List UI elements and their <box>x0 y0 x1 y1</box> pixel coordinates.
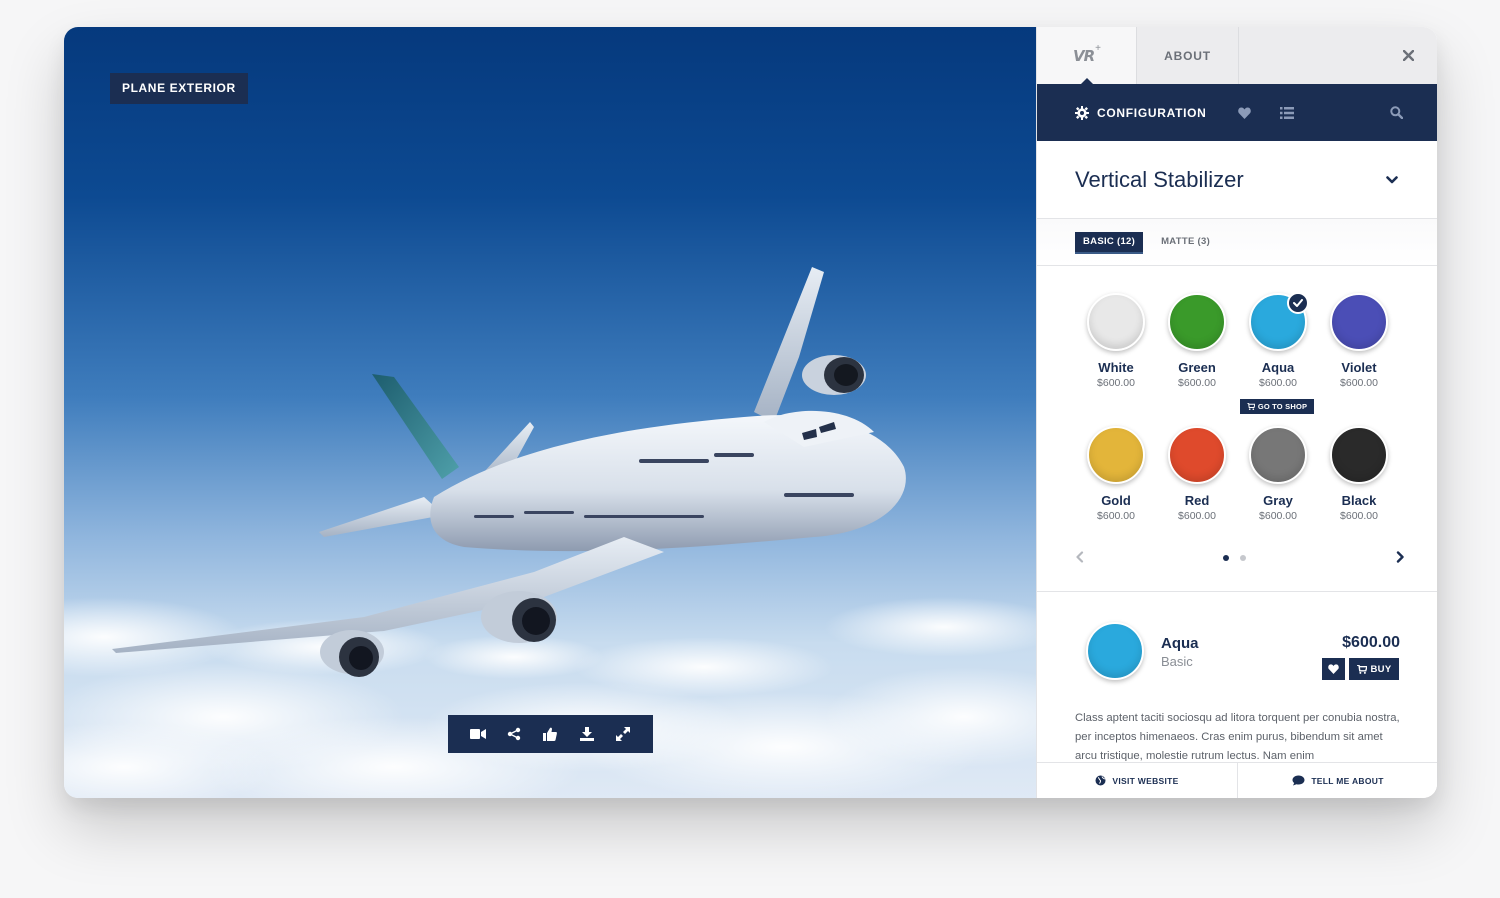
globe-icon <box>1095 775 1106 786</box>
swatch-name: Gray <box>1263 493 1293 508</box>
cart-icon <box>1246 403 1255 410</box>
tab-configuration[interactable]: CONFIGURATION <box>1075 105 1207 120</box>
go-to-shop-button[interactable]: GO TO SHOP <box>1240 399 1314 414</box>
cart-icon <box>1356 664 1367 674</box>
swatch-pager <box>1075 550 1405 566</box>
heart-icon <box>1328 664 1339 674</box>
favorite-button[interactable] <box>1322 658 1345 680</box>
swatch-name: Aqua <box>1261 360 1295 375</box>
tab-about[interactable]: ABOUT <box>1137 27 1239 84</box>
swatch-price: $600.00 <box>1259 377 1297 389</box>
swatch-gray[interactable]: Gray $600.00 <box>1237 426 1319 522</box>
swatch-name: Gold <box>1101 493 1131 508</box>
swatch-color <box>1087 426 1145 484</box>
close-button[interactable] <box>1378 27 1437 84</box>
viewer-toolbar <box>448 715 653 753</box>
panel-nav-bar: CONFIGURATION <box>1037 84 1437 141</box>
tab-logo[interactable]: VR + <box>1037 27 1137 85</box>
3d-viewer[interactable]: PLANE EXTERIOR <box>64 27 1036 798</box>
video-camera-icon[interactable] <box>465 721 491 747</box>
chat-bubble-icon <box>1292 775 1305 786</box>
swatch-gold[interactable]: Gold $600.00 <box>1075 426 1157 522</box>
finish-tabs: BASIC (12) MATTE (3) <box>1037 219 1437 266</box>
tab-basic[interactable]: BASIC (12) <box>1075 232 1144 252</box>
swatch-price: $600.00 <box>1340 510 1378 522</box>
thumbs-up-icon[interactable] <box>537 721 563 747</box>
configuration-label: CONFIGURATION <box>1097 105 1207 120</box>
close-icon <box>1402 50 1414 61</box>
top-tabs: VR + ABOUT <box>1037 27 1437 85</box>
go-to-shop-label: GO TO SHOP <box>1257 402 1308 411</box>
download-icon[interactable] <box>574 721 600 747</box>
swatch-name: White <box>1098 360 1134 375</box>
visit-website-label: VISIT WEBSITE <box>1112 775 1179 786</box>
selected-finish: Basic <box>1161 654 1193 669</box>
buy-button[interactable]: BUY <box>1349 658 1399 680</box>
configurator-window: PLANE EXTERIOR VR + ABOUT CONFIGURATION … <box>64 27 1437 798</box>
tell-me-about-button[interactable]: TELL ME ABOUT <box>1237 763 1437 798</box>
swatch-name: Black <box>1341 493 1377 508</box>
swatch-green[interactable]: Green $600.00 <box>1156 293 1238 389</box>
part-selector[interactable]: Vertical Stabilizer <box>1037 141 1437 219</box>
tell-me-about-label: TELL ME ABOUT <box>1311 775 1384 786</box>
tab-spacer <box>1239 27 1378 84</box>
swatch-price: $600.00 <box>1178 377 1216 389</box>
swatch-color <box>1249 426 1307 484</box>
swatch-name: Violet <box>1341 360 1377 375</box>
swatch-price: $600.00 <box>1097 510 1135 522</box>
fullscreen-icon[interactable] <box>610 721 636 747</box>
tab-matte[interactable]: MATTE (3) <box>1153 232 1218 252</box>
configuration-panel: VR + ABOUT CONFIGURATION Vertical Stabil… <box>1036 27 1437 798</box>
swatch-color <box>1168 426 1226 484</box>
swatch-color <box>1087 293 1145 351</box>
part-title: Vertical Stabilizer <box>1075 166 1244 192</box>
selected-color-name: Aqua <box>1161 635 1199 652</box>
gear-icon <box>1075 105 1089 120</box>
swatch-price: $600.00 <box>1340 377 1378 389</box>
swatch-color <box>1330 293 1388 351</box>
swatch-price: $600.00 <box>1178 510 1216 522</box>
airplane-model[interactable] <box>64 27 1036 798</box>
buy-label: BUY <box>1370 663 1392 675</box>
swatch-price: $600.00 <box>1097 377 1135 389</box>
favorites-heart-icon[interactable] <box>1233 101 1257 125</box>
selected-actions: BUY <box>1322 658 1399 680</box>
checkmark-icon <box>1287 292 1309 314</box>
view-label: PLANE EXTERIOR <box>110 73 248 104</box>
swatch-violet[interactable]: Violet $600.00 <box>1318 293 1400 389</box>
selected-color-swatch <box>1086 622 1144 680</box>
pager-dot-1[interactable] <box>1223 555 1229 561</box>
swatch-color <box>1330 426 1388 484</box>
swatch-white[interactable]: White $600.00 <box>1075 293 1157 389</box>
swatch-price: $600.00 <box>1259 510 1297 522</box>
selected-price: $600.00 <box>1342 634 1400 651</box>
selected-description: Class aptent taciti sociosqu ad litora t… <box>1075 712 1400 761</box>
vr-logo: VR <box>1072 46 1095 65</box>
pager-dots <box>1223 555 1257 561</box>
swatch-aqua[interactable]: Aqua $600.00 GO TO SHOP <box>1237 292 1319 414</box>
swatch-name: Red <box>1184 493 1210 508</box>
selected-color-summary: Aqua Basic $600.00 BUY Class aptent taci… <box>1037 592 1437 762</box>
swatch-name: Green <box>1178 360 1216 375</box>
swatch-black[interactable]: Black $600.00 <box>1318 426 1400 522</box>
chevron-left-icon[interactable] <box>1075 550 1084 568</box>
share-icon[interactable] <box>501 721 527 747</box>
vr-logo-plus: + <box>1095 43 1101 54</box>
chevron-down-icon[interactable] <box>1382 170 1402 190</box>
pager-dot-2[interactable] <box>1240 555 1246 561</box>
visit-website-button[interactable]: VISIT WEBSITE <box>1037 763 1237 798</box>
panel-footer: VISIT WEBSITE TELL ME ABOUT <box>1037 762 1437 798</box>
list-icon[interactable] <box>1275 101 1299 125</box>
swatch-red[interactable]: Red $600.00 <box>1156 426 1238 522</box>
search-icon[interactable] <box>1384 101 1408 125</box>
chevron-right-icon[interactable] <box>1396 550 1405 568</box>
swatch-color <box>1168 293 1226 351</box>
